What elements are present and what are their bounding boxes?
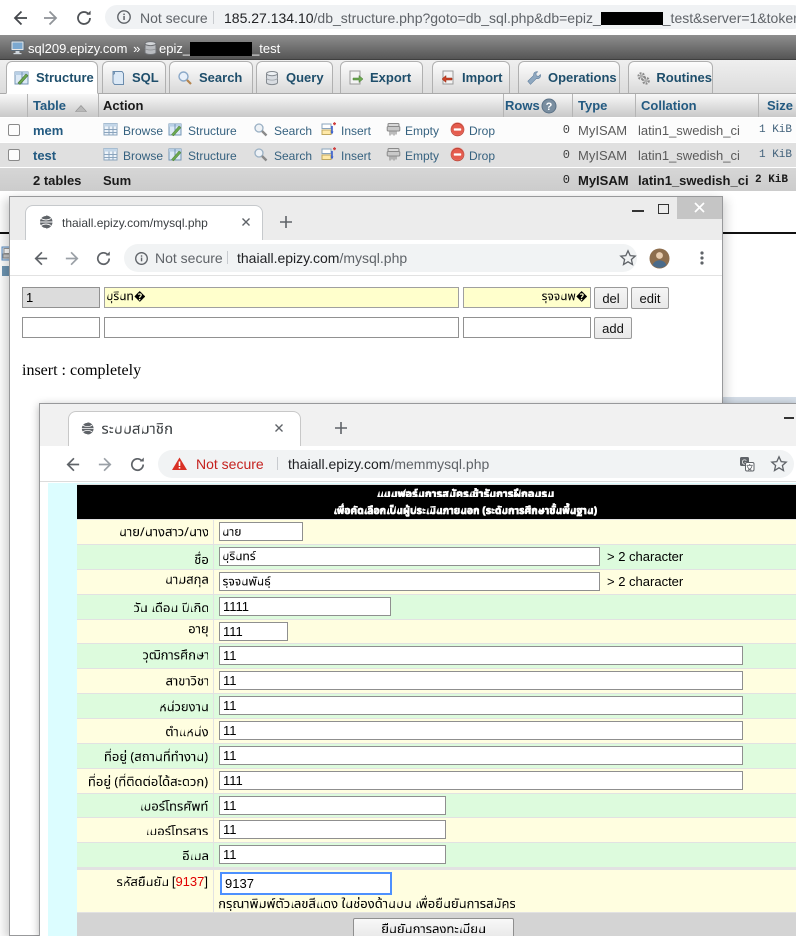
svg-text:?: ? [546,101,553,113]
